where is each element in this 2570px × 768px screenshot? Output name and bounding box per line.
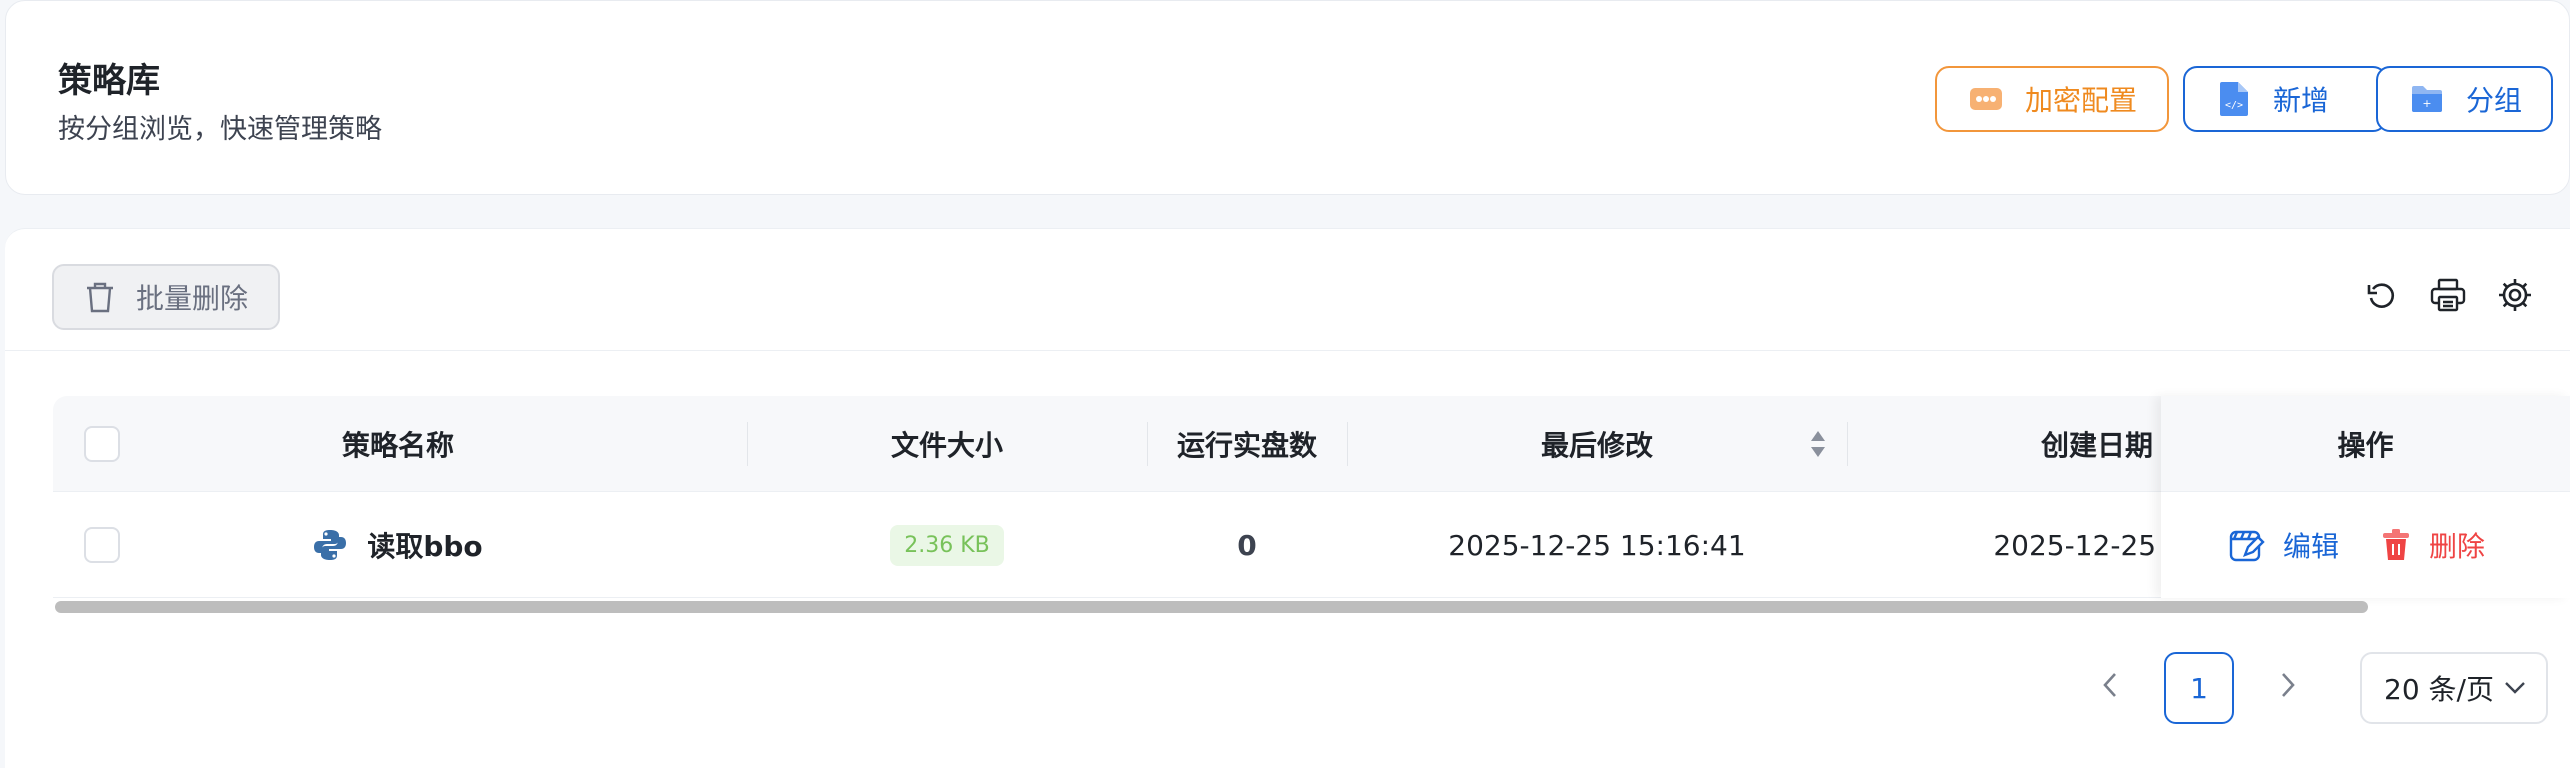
refresh-icon[interactable] bbox=[2361, 275, 2401, 315]
add-strategy-button[interactable]: </> 新增 bbox=[2183, 66, 2387, 132]
col-actions: 操作 bbox=[2161, 396, 2570, 492]
table-toolbar: 批量删除 bbox=[5, 229, 2570, 351]
delete-button[interactable]: 删除 bbox=[2381, 525, 2485, 565]
delete-label: 删除 bbox=[2429, 530, 2486, 563]
col-last-modified-label: 最后修改 bbox=[1540, 429, 1653, 462]
svg-text:+: + bbox=[2422, 97, 2431, 110]
group-button[interactable]: + 分组 bbox=[2376, 66, 2553, 132]
col-last-modified[interactable]: 最后修改 bbox=[1347, 396, 1847, 492]
encrypt-config-button[interactable]: 加密配置 bbox=[1935, 66, 2169, 132]
batch-delete-button[interactable]: 批量删除 bbox=[52, 264, 280, 330]
strategy-library-page: 策略库 按分组浏览，快速管理策略 加密配置 </> 新增 + 分组 批量删除 策… bbox=[0, 0, 2570, 768]
page-size-select[interactable]: 20 条/页 bbox=[2360, 652, 2548, 724]
python-icon bbox=[313, 528, 347, 562]
page-number-button[interactable]: 1 bbox=[2164, 652, 2234, 724]
chevron-left-icon bbox=[2103, 673, 2116, 697]
sort-icon[interactable] bbox=[1809, 429, 1827, 463]
file-size-cell: 2.36 KB bbox=[747, 492, 1147, 598]
col-file-size: 文件大小 bbox=[890, 429, 1003, 462]
add-strategy-label: 新增 bbox=[2273, 84, 2330, 117]
print-icon[interactable] bbox=[2428, 275, 2468, 315]
trash-icon bbox=[84, 280, 116, 314]
strategy-table: 策略名称 文件大小 运行实盘数 最后修改 创建日期 读取bbo 2.36 KB … bbox=[53, 396, 2570, 598]
actions-column: 操作 编辑 删除 bbox=[2161, 396, 2570, 598]
page-subtitle: 按分组浏览，快速管理策略 bbox=[58, 114, 382, 145]
edit-icon bbox=[2229, 527, 2265, 563]
edit-button[interactable]: 编辑 bbox=[2229, 525, 2339, 565]
col-strategy-name: 策略名称 bbox=[341, 429, 454, 462]
key-card-icon bbox=[1969, 81, 2003, 117]
header-card: 策略库 按分组浏览，快速管理策略 加密配置 </> 新增 + 分组 bbox=[5, 0, 2570, 195]
chevron-right-icon bbox=[2282, 673, 2295, 697]
last-modified-cell: 2025-12-25 15:16:41 bbox=[1448, 528, 1746, 562]
code-file-icon: </> bbox=[2217, 81, 2251, 117]
edit-label: 编辑 bbox=[2283, 530, 2340, 563]
folder-icon: + bbox=[2410, 81, 2444, 117]
group-label: 分组 bbox=[2466, 84, 2523, 117]
chevron-down-icon bbox=[2505, 682, 2525, 694]
row-actions: 编辑 删除 bbox=[2161, 492, 2570, 598]
next-page-button[interactable] bbox=[2266, 660, 2310, 710]
page-title: 策略库 bbox=[58, 61, 160, 101]
strategy-name: 读取bbo bbox=[367, 530, 483, 563]
horizontal-scrollbar[interactable] bbox=[55, 601, 2368, 613]
row-checkbox[interactable] bbox=[84, 527, 120, 563]
trash-icon bbox=[2381, 528, 2411, 562]
running-count-cell: 0 bbox=[1237, 528, 1257, 562]
svg-text:</>: </> bbox=[2225, 100, 2243, 111]
page-size-value: 20 条/页 bbox=[2384, 673, 2494, 706]
encrypt-config-label: 加密配置 bbox=[2025, 84, 2138, 117]
settings-icon[interactable] bbox=[2495, 275, 2535, 315]
prev-page-button[interactable] bbox=[2088, 660, 2132, 710]
col-running-count: 运行实盘数 bbox=[1176, 429, 1317, 462]
file-size-badge: 2.36 KB bbox=[890, 524, 1004, 566]
batch-delete-label: 批量删除 bbox=[136, 282, 249, 315]
strategy-name-cell[interactable]: 读取bbo bbox=[183, 492, 613, 598]
select-all-checkbox[interactable] bbox=[84, 426, 120, 462]
